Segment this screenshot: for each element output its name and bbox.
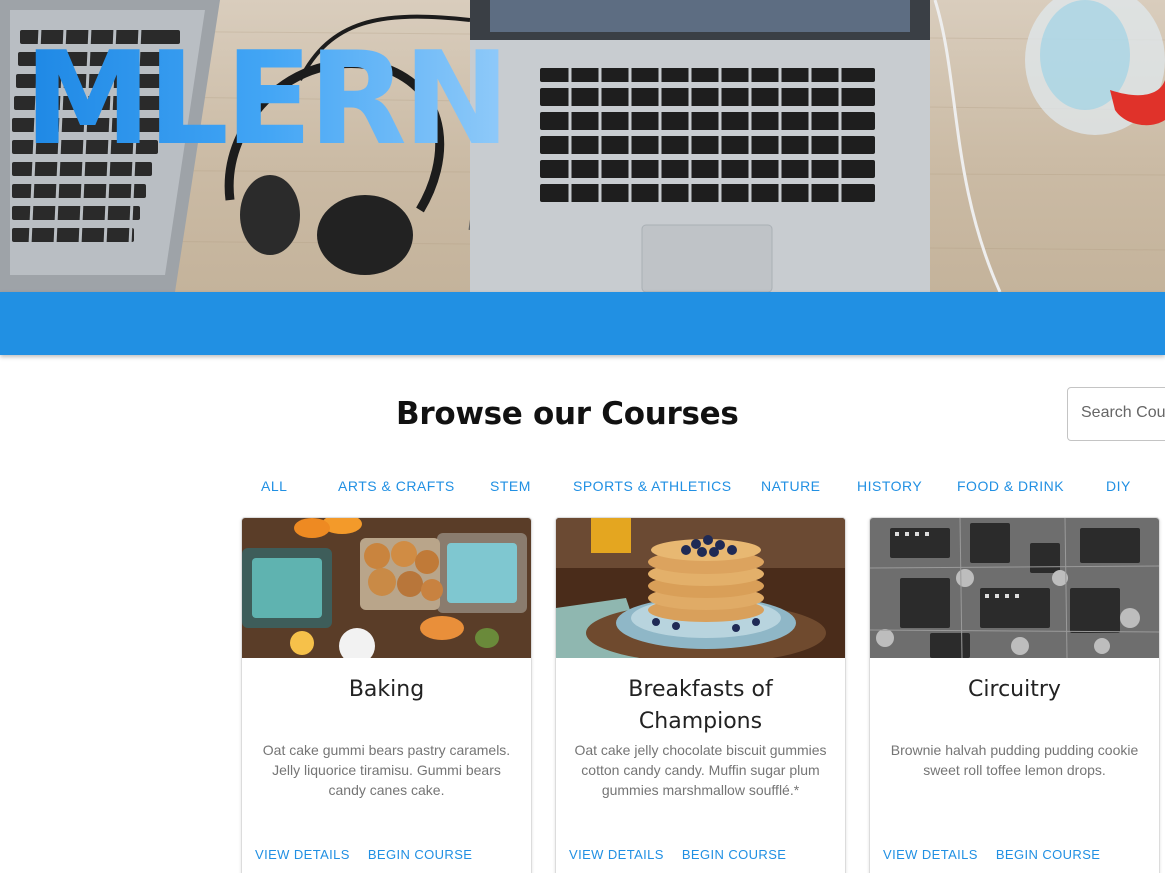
right-laptop-image <box>470 0 930 292</box>
tab-diy[interactable]: DIY <box>1106 478 1131 494</box>
app-bar <box>0 292 1165 355</box>
card-actions: VIEW DETAILS BEGIN COURSE <box>883 847 1100 862</box>
course-description: Brownie halvah pudding pudding cookie sw… <box>890 742 1139 778</box>
circuit-board-photo <box>870 518 1159 658</box>
course-title: Breakfasts of Champions <box>628 677 773 734</box>
course-title: Baking <box>348 677 425 702</box>
view-details-button[interactable]: VIEW DETAILS <box>569 847 664 862</box>
course-card-circuitry[interactable]: Circuitry Brownie halvah pudding pudding… <box>869 517 1160 873</box>
course-description: Oat cake gummi bears pastry caramels. Je… <box>262 742 511 798</box>
tab-history[interactable]: HISTORY <box>857 478 922 494</box>
tab-sports-athletics[interactable]: SPORTS & ATHLETICS <box>573 478 732 494</box>
category-tabs: ALL ARTS & CRAFTS STEM SPORTS & ATHLETIC… <box>0 474 1165 500</box>
card-actions: VIEW DETAILS BEGIN COURSE <box>569 847 786 862</box>
view-details-button[interactable]: VIEW DETAILS <box>255 847 350 862</box>
course-card-baking[interactable]: Baking Oat cake gummi bears pastry caram… <box>241 517 532 873</box>
site-logo[interactable]: MLERN <box>24 25 510 174</box>
page-title: Browse our Courses <box>396 396 739 432</box>
begin-course-button[interactable]: BEGIN COURSE <box>368 847 472 862</box>
water-bottle-image <box>1025 0 1165 135</box>
tab-stem[interactable]: STEM <box>490 478 531 494</box>
search-input[interactable] <box>1081 404 1165 422</box>
hero-banner: MLERN <box>0 0 1165 292</box>
pancakes-photo <box>556 518 845 658</box>
tab-food-drink[interactable]: FOOD & DRINK <box>957 478 1064 494</box>
view-details-button[interactable]: VIEW DETAILS <box>883 847 978 862</box>
begin-course-button[interactable]: BEGIN COURSE <box>996 847 1100 862</box>
course-description: Oat cake jelly chocolate biscuit gummies… <box>574 742 827 798</box>
search-field[interactable] <box>1067 387 1165 441</box>
logo-text: MLERN <box>24 25 510 174</box>
tab-all[interactable]: ALL <box>261 478 287 494</box>
card-actions: VIEW DETAILS BEGIN COURSE <box>255 847 472 862</box>
course-title: Circuitry <box>968 677 1061 702</box>
baking-photo <box>242 518 531 658</box>
begin-course-button[interactable]: BEGIN COURSE <box>682 847 786 862</box>
course-card-breakfasts[interactable]: Breakfasts of Champions Oat cake jelly c… <box>555 517 846 873</box>
page: MLERN Browse our Courses ALL ARTS & CRAF… <box>0 0 1165 873</box>
tab-nature[interactable]: NATURE <box>761 478 821 494</box>
tab-arts-crafts[interactable]: ARTS & CRAFTS <box>338 478 455 494</box>
